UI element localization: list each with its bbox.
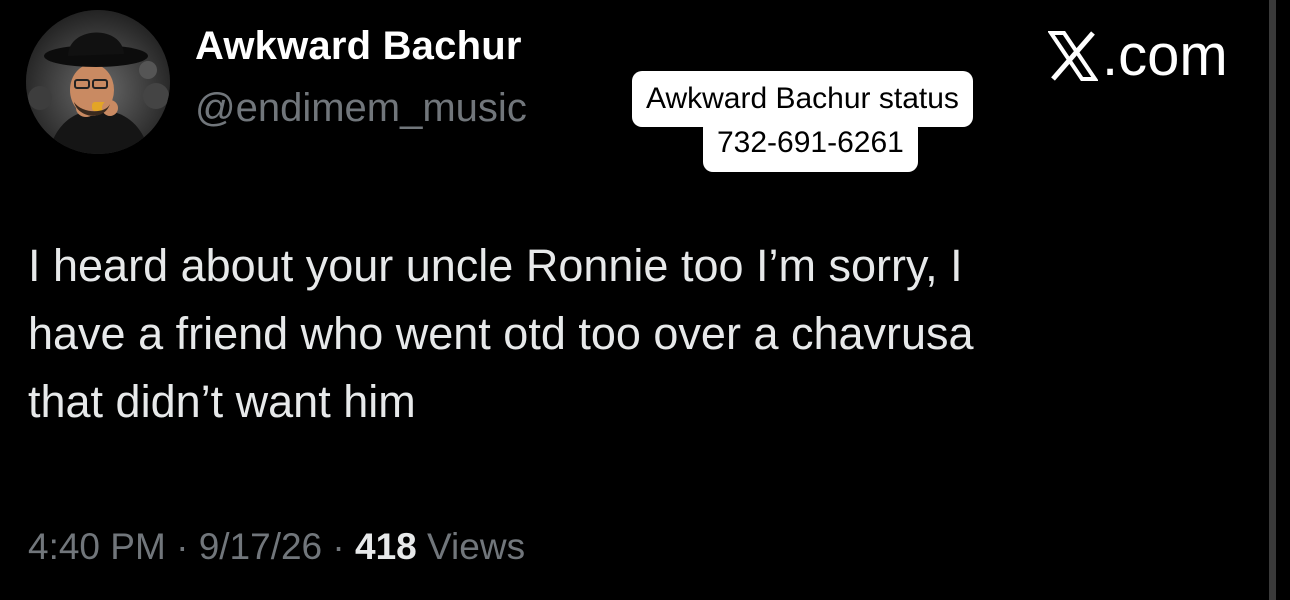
views-count[interactable]: 418 <box>355 526 417 567</box>
post-text-line: I heard about your uncle Ronnie too I’m … <box>28 240 963 291</box>
post-meta: 4:40 PM · 9/17/26 · 418 Views <box>28 526 525 568</box>
views-label[interactable]: Views <box>427 526 525 567</box>
post-date[interactable]: 9/17/26 <box>199 526 322 567</box>
author-handle[interactable]: @endimem_music <box>195 86 527 131</box>
x-logo-icon <box>1048 30 1098 81</box>
avatar[interactable] <box>26 10 170 154</box>
avatar-image <box>26 10 170 154</box>
post-text-line: that didn’t want him <box>28 376 416 427</box>
sticker-phone-number: 732-691-6261 <box>703 118 918 172</box>
post-text: I heard about your uncle Ronnie too I’m … <box>28 232 1208 436</box>
meta-separator: · <box>332 526 345 567</box>
brand-watermark: .com <box>1048 22 1228 89</box>
author-display-name[interactable]: Awkward Bachur <box>195 24 522 69</box>
post-text-line: have a friend who went otd too over a ch… <box>28 308 974 359</box>
meta-separator: · <box>176 526 189 567</box>
brand-suffix: .com <box>1102 23 1228 88</box>
post-time[interactable]: 4:40 PM <box>28 526 166 567</box>
screen-edge-bar <box>1269 0 1276 600</box>
